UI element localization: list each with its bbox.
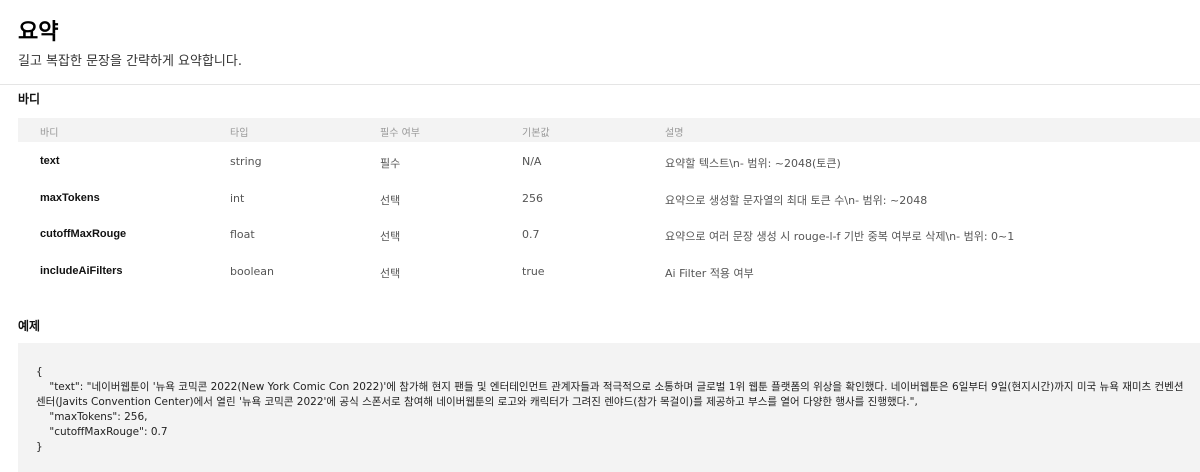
body-section-title: 바디 xyxy=(18,92,41,106)
param-name: cutoffMaxRouge xyxy=(40,228,127,241)
table-row: maxTokens int 선택 256 요약으로 생성할 문자열의 최대 토큰… xyxy=(18,179,1200,216)
param-required: 선택 xyxy=(380,230,401,244)
table-row: cutoffMaxRouge float 선택 0.7 요약으로 여러 문장 생… xyxy=(18,215,1200,252)
page-title: 요약 xyxy=(18,20,59,45)
param-default: true xyxy=(522,265,545,279)
table-row: text string 필수 N/A 요약할 텍스트\n- 범위: ~2048(… xyxy=(18,142,1200,179)
param-type: string xyxy=(230,155,262,168)
example-code-block: { "text": "네이버웹툰이 '뉴욕 코믹콘 2022(New York … xyxy=(18,343,1200,472)
param-default: N/A xyxy=(522,155,542,168)
param-name: includeAiFilters xyxy=(40,265,123,278)
column-header-description: 설명 xyxy=(665,128,684,139)
param-description: Ai Filter 적용 여부 xyxy=(665,267,754,281)
param-name: maxTokens xyxy=(40,191,100,204)
param-description: 요약할 텍스트\n- 범위: ~2048(토큰) xyxy=(665,157,841,170)
divider xyxy=(0,84,1200,85)
param-default: 0.7 xyxy=(522,228,540,242)
param-required: 필수 xyxy=(380,157,401,170)
column-header-required: 필수 여부 xyxy=(380,128,420,139)
page-subtitle: 길고 복잡한 문장을 간략하게 요약합니다. xyxy=(18,54,242,69)
param-description: 요약으로 여러 문장 생성 시 rouge-l-f 기반 중복 여부로 삭제\n… xyxy=(665,230,1015,244)
table-row: includeAiFilters boolean 선택 true Ai Filt… xyxy=(18,252,1200,289)
table-header: 바디 타입 필수 여부 기본값 설명 xyxy=(18,118,1200,142)
example-section-title: 예제 xyxy=(18,319,41,333)
api-doc-page: 요약 길고 복잡한 문장을 간략하게 요약합니다. 바디 바디 타입 필수 여부… xyxy=(0,0,1200,472)
example-code: { "text": "네이버웹툰이 '뉴욕 코믹콘 2022(New York … xyxy=(36,366,1184,453)
param-name: text xyxy=(40,155,60,167)
column-header-default: 기본값 xyxy=(522,128,550,139)
param-required: 선택 xyxy=(380,267,401,281)
column-header-body: 바디 xyxy=(40,128,59,139)
param-type: boolean xyxy=(230,265,274,279)
param-type: float xyxy=(230,228,255,242)
column-header-type: 타입 xyxy=(230,128,249,139)
param-default: 256 xyxy=(522,191,543,205)
param-required: 선택 xyxy=(380,193,401,207)
param-description: 요약으로 생성할 문자열의 최대 토큰 수\n- 범위: ~2048 xyxy=(665,193,928,207)
parameters-table: 바디 타입 필수 여부 기본값 설명 text string 필수 N/A 요약… xyxy=(18,118,1200,289)
param-type: int xyxy=(230,191,245,205)
